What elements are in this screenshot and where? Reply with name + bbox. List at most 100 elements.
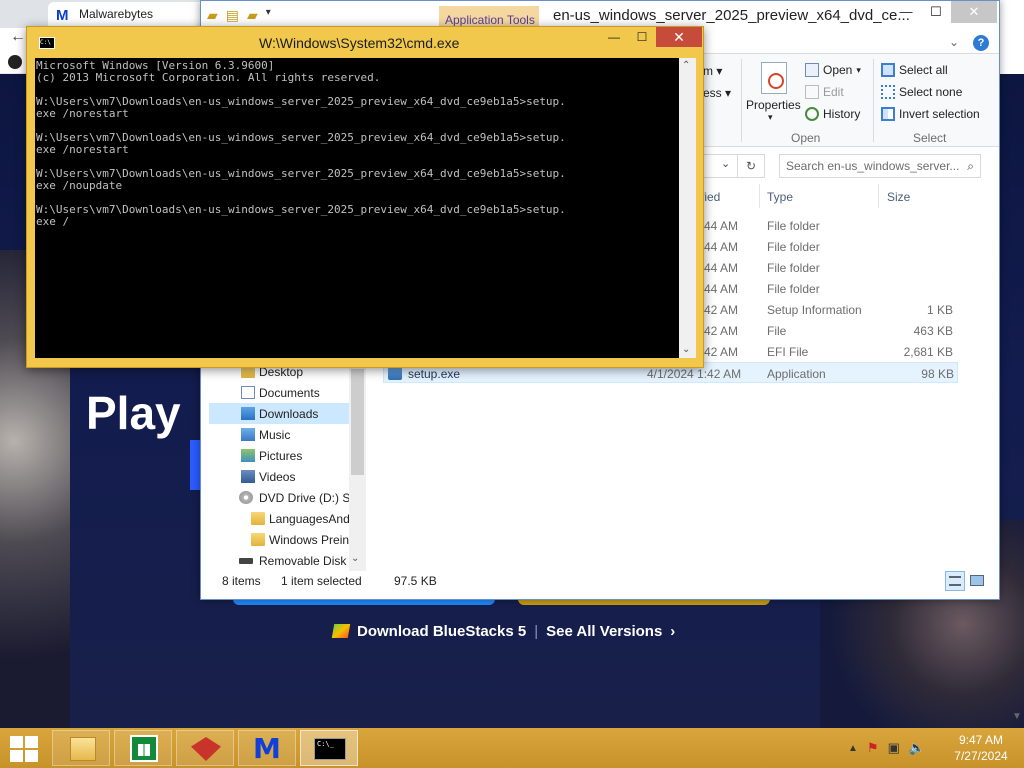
cmd-title-bar[interactable]: C:\ W:\Windows\System32\cmd.exe — ☐ ✕ [27, 27, 703, 57]
scrollbar-thumb[interactable] [351, 369, 364, 475]
action-center-flag-icon[interactable]: ⚑ [867, 740, 879, 756]
browser-tab[interactable]: M Malwarebytes [48, 2, 205, 28]
clock[interactable]: 9:47 AM 7/27/2024 [950, 732, 1012, 764]
console-scrollbar[interactable]: ⌃ ⌄ [679, 58, 696, 358]
navigation-pane: Desktop Documents Downloads Music Pictur… [209, 361, 364, 571]
chevron-down-icon[interactable]: ▾ [266, 7, 271, 24]
edit-icon [805, 85, 819, 99]
pictures-icon [241, 449, 255, 462]
clock-date: 7/27/2024 [954, 749, 1008, 763]
select-none-button[interactable]: Select none [881, 85, 962, 99]
command-prompt-window: C:\ W:\Windows\System32\cmd.exe — ☐ ✕ Mi… [26, 26, 704, 368]
nav-item-dvd-drive[interactable]: DVD Drive (D:) SE [209, 487, 350, 508]
column-size[interactable]: Size [887, 190, 910, 204]
chevron-down-icon[interactable]: ⌄ [721, 157, 730, 170]
selection-count: 1 item selected [281, 574, 362, 588]
details-view-button[interactable] [945, 571, 965, 591]
nav-item-pictures[interactable]: Pictures [209, 445, 350, 466]
properties-button[interactable]: Properties [746, 98, 801, 112]
close-button[interactable]: ✕ [951, 1, 997, 23]
minimize-button[interactable]: — [600, 27, 628, 47]
cmd-icon: C:\ [39, 37, 55, 49]
help-icon[interactable]: ? [973, 35, 989, 51]
nav-item-videos[interactable]: Videos [209, 466, 350, 487]
large-icons-view-icon [970, 575, 984, 586]
search-input[interactable]: Search en-us_windows_server... ⌕ [779, 154, 981, 178]
start-button[interactable] [8, 734, 40, 762]
scroll-down-icon[interactable]: ⌄ [682, 344, 690, 355]
large-icons-view-button[interactable] [969, 573, 985, 589]
file-size: 98 KB [921, 367, 954, 381]
nav-item-windows-preinstall[interactable]: Windows Prein [209, 529, 350, 550]
nav-item-removable-disk[interactable]: Removable Disk ( [209, 550, 350, 571]
network-icon[interactable]: ▣ [888, 740, 900, 756]
videos-icon [241, 470, 255, 483]
invert-selection-button[interactable]: Invert selection [881, 107, 980, 121]
maximize-button[interactable]: ☐ [921, 1, 951, 23]
link-separator: | [534, 622, 539, 640]
file-date: 44 AM [704, 261, 739, 275]
taskbar-file-explorer[interactable] [52, 730, 110, 766]
scroll-up-icon[interactable]: ⌃ [682, 60, 690, 71]
properties-icon[interactable]: ▤ [226, 7, 239, 24]
history-button[interactable]: History [805, 107, 860, 121]
maximize-button[interactable]: ☐ [628, 27, 656, 47]
ribbon-partial-item[interactable]: m ▾ [703, 64, 722, 78]
window-title: en-us_windows_server_2025_preview_x64_dv… [553, 7, 910, 24]
back-arrow-icon[interactable]: ← [10, 28, 26, 46]
file-type: Application [767, 367, 826, 381]
minimize-button[interactable]: — [891, 1, 921, 23]
folder-icon[interactable]: ▰ [207, 7, 218, 24]
column-type[interactable]: Type [767, 190, 793, 204]
music-icon [241, 428, 255, 441]
refresh-button[interactable]: ↻ [737, 154, 765, 178]
open-label: Open [823, 63, 853, 77]
downloads-icon [241, 407, 255, 420]
documents-icon [241, 386, 255, 399]
taskbar-store[interactable] [114, 730, 172, 766]
nav-item-downloads[interactable]: Downloads [209, 403, 350, 424]
new-folder-icon[interactable]: ▰ [247, 7, 258, 24]
see-all-versions-link[interactable]: See All Versions [546, 623, 662, 640]
search-icon[interactable]: ⌕ [967, 159, 974, 174]
item-count: 8 items [222, 574, 261, 588]
nav-item-languages[interactable]: LanguagesAnd [209, 508, 350, 529]
close-button[interactable]: ✕ [656, 27, 702, 47]
open-button[interactable]: Open ▾ [805, 63, 861, 77]
taskbar-cmd[interactable]: C:\_ [300, 730, 358, 766]
open-icon [805, 63, 819, 77]
file-date: 4/1/2024 1:42 AM [647, 367, 742, 381]
select-all-icon [881, 63, 895, 77]
history-icon [805, 107, 819, 121]
removable-disk-icon [239, 558, 253, 564]
taskbar-malwarebytes[interactable]: M [238, 730, 296, 766]
file-date: 44 AM [704, 282, 739, 296]
file-type: EFI File [767, 345, 809, 359]
nav-item-music[interactable]: Music [209, 424, 350, 445]
application-icon [388, 366, 402, 380]
chevron-down-icon[interactable]: ⌄ [949, 35, 959, 49]
nav-item-documents[interactable]: Documents [209, 382, 350, 403]
select-group-label: Select [913, 131, 947, 145]
file-type: Setup Information [767, 303, 862, 317]
file-type: File folder [767, 240, 820, 254]
windows-logo-icon [25, 750, 38, 762]
edit-label: Edit [823, 85, 844, 99]
show-hidden-icons-icon[interactable]: ▲ [848, 743, 858, 754]
window-title: W:\Windows\System32\cmd.exe [259, 35, 460, 51]
select-all-button[interactable]: Select all [881, 63, 948, 77]
chevron-down-icon[interactable]: ▾ [768, 112, 773, 123]
volume-muted-icon[interactable]: 🔈 [909, 740, 925, 756]
download-bluestacks-link[interactable]: Download BlueStacks 5 [357, 623, 526, 640]
scroll-down-icon[interactable]: ▼ [1012, 711, 1022, 722]
browser-tab-strip: M Malwarebytes [0, 0, 205, 28]
chevron-down-icon[interactable]: ⌄ [351, 553, 359, 564]
column-divider [878, 184, 879, 208]
bookmark-icon[interactable] [8, 55, 22, 69]
window-controls: — ☐ ✕ [891, 1, 997, 23]
properties-icon[interactable] [761, 62, 787, 94]
taskbar-app[interactable] [176, 730, 234, 766]
console-output[interactable]: Microsoft Windows [Version 6.3.9600] (c)… [35, 58, 679, 358]
chevron-right-icon: › [670, 622, 676, 640]
select-none-icon [881, 85, 895, 99]
